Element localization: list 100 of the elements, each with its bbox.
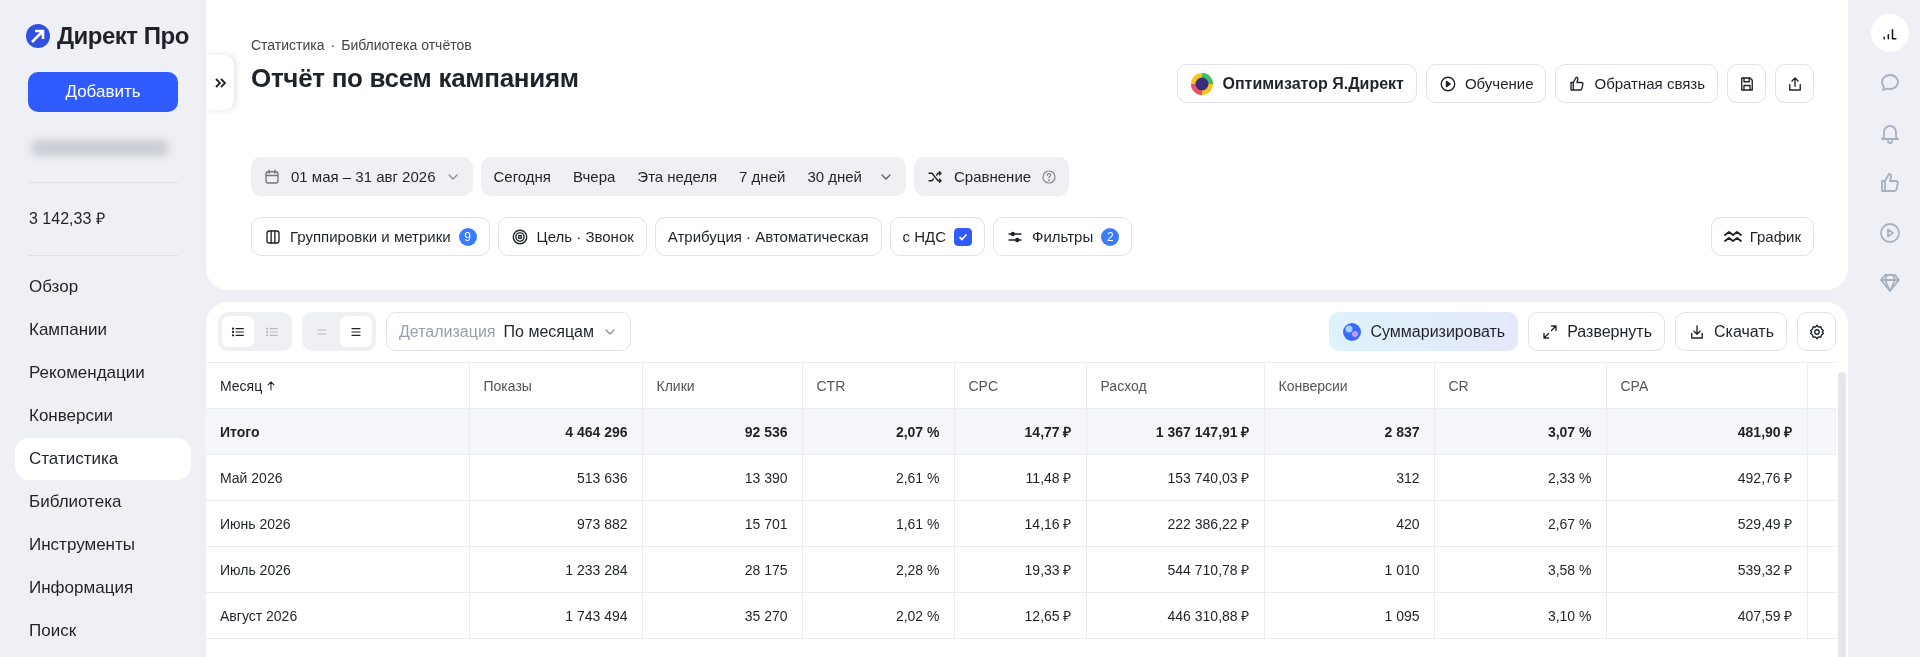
sidebar-item[interactable]: Инструменты: [15, 524, 191, 566]
feedback-button[interactable]: Обратная связь: [1555, 64, 1718, 103]
table-cell: 35 270: [642, 592, 802, 639]
optimizer-button[interactable]: Оптимизатор Я.Директ: [1177, 64, 1417, 103]
column-header[interactable]: Конверсии: [1264, 362, 1434, 409]
filter-button[interactable]: с НДС: [889, 217, 986, 256]
table-cell: 420: [1264, 500, 1434, 547]
sidebar-item[interactable]: Обзор: [15, 266, 191, 308]
column-header[interactable]: Расход: [1086, 362, 1264, 409]
column-header[interactable]: CPA: [1606, 362, 1807, 409]
table-cell: 1 367 147,91 ₽: [1086, 408, 1264, 455]
row-density-button[interactable]: [340, 316, 372, 347]
summarize-button[interactable]: Суммаризировать: [1329, 312, 1519, 351]
table-cell: 153 740,03 ₽: [1086, 454, 1264, 501]
column-header[interactable]: CTR: [802, 362, 954, 409]
share-button[interactable]: [1775, 64, 1814, 103]
sidebar-item[interactable]: Библиотека: [15, 481, 191, 523]
table-cell: Май 2026: [206, 454, 469, 501]
column-header[interactable]: CPC: [954, 362, 1086, 409]
sidebar-item[interactable]: Конверсии: [15, 395, 191, 437]
breadcrumb-separator: ·: [330, 37, 336, 53]
table-cell: 544 710,78 ₽: [1086, 546, 1264, 593]
table-cell: 13 390: [642, 454, 802, 501]
scrollbar[interactable]: [1838, 372, 1846, 657]
thumbs-up-icon: [1878, 171, 1902, 195]
table-cell: 2,33 %: [1434, 454, 1606, 501]
period-preset[interactable]: 7 дней: [733, 157, 792, 196]
comparison-button[interactable]: Сравнение: [914, 157, 1070, 196]
table-cell: 3,10 %: [1434, 592, 1606, 639]
breadcrumb-link[interactable]: Библиотека отчётов: [341, 37, 472, 53]
table-cell: 14,16 ₽: [954, 500, 1086, 547]
sidebar-item[interactable]: Рекомендации: [15, 352, 191, 394]
table-cell: 973 882: [469, 500, 642, 547]
checkbox[interactable]: [954, 227, 973, 246]
period-preset[interactable]: 30 дней: [801, 157, 868, 196]
detail-dropdown[interactable]: Детализация По месяцам: [386, 312, 631, 351]
table-cell: 92 536: [642, 408, 802, 455]
download-button[interactable]: Скачать: [1675, 312, 1787, 351]
column-header[interactable]: CR: [1434, 362, 1606, 409]
breadcrumb-link[interactable]: Статистика: [251, 37, 325, 53]
table-cell: 4 464 296: [469, 408, 642, 455]
table-cell: 539,32 ₽: [1606, 546, 1807, 593]
table-cell: 2,67 %: [1434, 500, 1606, 547]
tutorial-button[interactable]: Обучение: [1425, 64, 1547, 103]
expand-sidebar-button[interactable]: [206, 55, 234, 110]
settings-icon: [1807, 322, 1826, 341]
expand-arrows-icon: [1541, 322, 1560, 341]
table-cell: 19,33 ₽: [954, 546, 1086, 593]
sidebar-item[interactable]: Статистика: [15, 438, 191, 480]
add-button[interactable]: Добавить: [28, 72, 178, 112]
table-cell: 2,28 %: [802, 546, 954, 593]
table-cell: 312: [1264, 454, 1434, 501]
table-cell: Июнь 2026: [206, 500, 469, 547]
sidebar-item[interactable]: Кампании: [15, 309, 191, 351]
table-cell: 3,07 %: [1434, 408, 1606, 455]
column-header[interactable]: Показы: [469, 362, 642, 409]
logo-icon: [25, 23, 51, 49]
page-title: Отчёт по всем кампаниям: [251, 63, 579, 94]
table-cell: 1 233 284: [469, 546, 642, 593]
sparkle-orb-icon: [1342, 321, 1363, 342]
count-badge: 9: [458, 227, 477, 246]
gradient-circle-logo-icon: [1190, 71, 1215, 96]
table-cell: 12,65 ₽: [954, 592, 1086, 639]
table-cell: 2,07 %: [802, 408, 954, 455]
target-icon: [510, 227, 529, 246]
table-cell: 492,76 ₽: [1606, 454, 1807, 501]
table-cell: 446 310,88 ₽: [1086, 592, 1264, 639]
filter-button[interactable]: Группировки и метрики 9: [251, 217, 490, 256]
period-preset[interactable]: Сегодня: [481, 157, 557, 196]
save-button[interactable]: [1727, 64, 1766, 103]
table-cell: 3,58 %: [1434, 546, 1606, 593]
settings-button[interactable]: [1797, 312, 1836, 351]
play-icon: [1438, 74, 1457, 93]
calendar-icon: [263, 167, 281, 186]
filter-button[interactable]: Фильтры 2: [993, 217, 1133, 256]
table-cell: 513 636: [469, 454, 642, 501]
table-cell: 14,77 ₽: [954, 408, 1086, 455]
period-preset[interactable]: Вчера: [567, 157, 622, 196]
column-header[interactable]: Клики: [642, 362, 802, 409]
filter-button[interactable]: Атрибуция · Автоматическая: [654, 217, 882, 256]
view-mode-button[interactable]: [222, 316, 254, 347]
sidebar-item[interactable]: Информация: [15, 567, 191, 609]
table-cell: 15 701: [642, 500, 802, 547]
filter-button[interactable]: Цель · Звонок: [497, 217, 647, 256]
table-cell: 2,02 %: [802, 592, 954, 639]
table-cell: 1 095: [1264, 592, 1434, 639]
sidebar-item[interactable]: Поиск: [15, 610, 191, 652]
column-header[interactable]: Месяц: [206, 362, 469, 409]
download-icon: [1688, 322, 1706, 341]
table-cell: 2,61 %: [802, 454, 954, 501]
table-cell: 529,49 ₽: [1606, 500, 1807, 547]
table-cell: Итого: [206, 408, 469, 455]
double-chevron-icon: [213, 75, 227, 90]
period-preset[interactable]: Эта неделя: [631, 157, 724, 196]
table-cell: Июль 2026: [206, 546, 469, 593]
stats-rail-button[interactable]: [1871, 14, 1909, 52]
chart-button[interactable]: График: [1710, 217, 1814, 256]
date-range-picker[interactable]: 01 мая – 31 авг 2026: [251, 157, 474, 196]
app-logo-text: Директ Про: [57, 22, 189, 50]
expand-button[interactable]: Развернуть: [1528, 312, 1665, 351]
